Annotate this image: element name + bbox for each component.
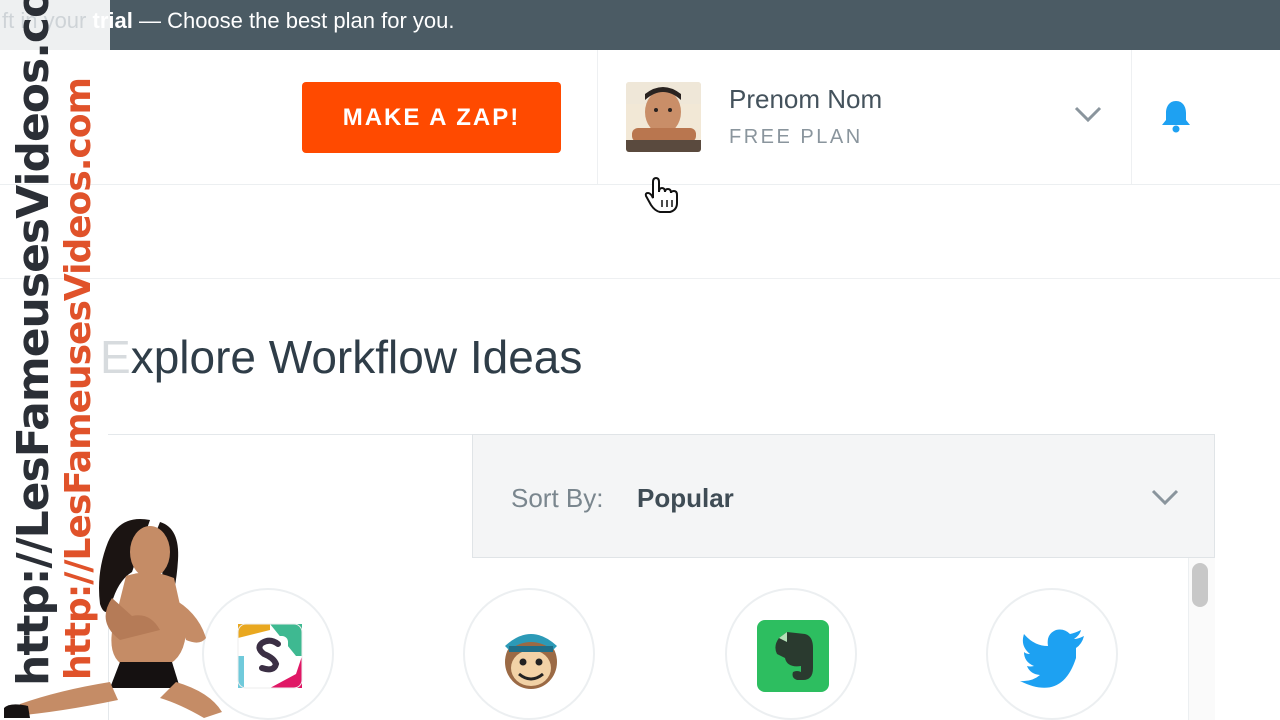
header-divider <box>1131 50 1132 184</box>
chevron-down-icon[interactable] <box>1073 104 1103 124</box>
hand-cursor-icon <box>644 176 678 213</box>
banner-trial-word: trial <box>86 8 133 33</box>
banner-message: — Choose the best plan for you. <box>132 8 455 33</box>
sort-by-dropdown[interactable]: Sort By: Popular <box>472 434 1215 558</box>
evernote-icon <box>757 620 829 692</box>
title-text: xplore Workflow Ideas <box>130 331 583 383</box>
sort-label: Sort By: <box>511 483 604 513</box>
slack-icon <box>234 620 306 692</box>
scrollbar-thumb[interactable] <box>1192 563 1208 607</box>
page-title: Explore Workflow Ideas <box>100 330 582 384</box>
header-divider <box>597 50 598 184</box>
app-mailchimp[interactable] <box>463 588 595 720</box>
user-plan: FREE PLAN <box>729 126 863 148</box>
sort-value: Popular <box>637 483 734 513</box>
bell-icon[interactable] <box>1158 98 1194 134</box>
make-a-zap-button[interactable]: MAKE A ZAP! <box>302 82 561 153</box>
trial-banner-text: ft in your trial — Choose the best plan … <box>2 8 454 34</box>
trial-banner[interactable]: ft in your trial — Choose the best plan … <box>0 0 1280 50</box>
avatar[interactable] <box>626 82 701 152</box>
app-evernote[interactable] <box>725 588 857 720</box>
watermark-url-dark: http://LesFameusesVideos.com <box>8 0 59 686</box>
title-hidden-letter: E <box>100 331 131 383</box>
user-name[interactable]: Prenom Nom <box>729 84 882 115</box>
mailchimp-icon <box>505 634 557 689</box>
chevron-down-icon[interactable] <box>1150 487 1180 507</box>
top-header: MAKE A ZAP! Prenom Nom FREE PLAN <box>0 50 1280 185</box>
watermark-url-orange: http://LesFameusesVideos.com <box>58 77 99 680</box>
app-twitter[interactable] <box>986 588 1118 720</box>
section-divider <box>0 278 1280 279</box>
twitter-icon <box>1020 629 1084 688</box>
